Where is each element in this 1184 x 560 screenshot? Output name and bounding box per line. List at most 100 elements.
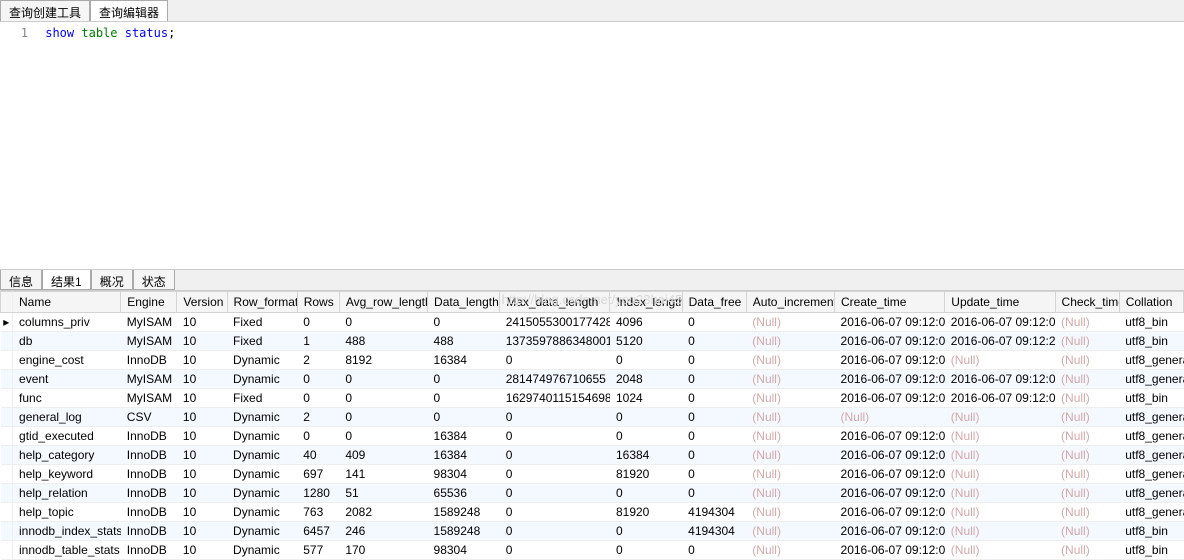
cell-row-format[interactable]: Dynamic	[227, 427, 297, 446]
cell-collation[interactable]: utf8_genera	[1119, 446, 1183, 465]
col-update-time[interactable]: Update_time	[945, 292, 1055, 313]
cell-engine[interactable]: MyISAM	[121, 313, 177, 332]
cell-data-length[interactable]: 16384	[428, 446, 500, 465]
cell-name[interactable]: event	[13, 370, 121, 389]
tab-result1[interactable]: 结果1	[42, 270, 91, 290]
cell-index-length[interactable]: 0	[610, 522, 682, 541]
cell-data-length[interactable]: 0	[428, 370, 500, 389]
cell-check-time[interactable]: (Null)	[1055, 332, 1119, 351]
cell-row-format[interactable]: Dynamic	[227, 370, 297, 389]
cell-data-free[interactable]: 4194304	[682, 503, 746, 522]
cell-index-length[interactable]: 81920	[610, 465, 682, 484]
cell-update-time[interactable]: 2016-06-07 09:12:03	[945, 389, 1055, 408]
cell-collation[interactable]: utf8_bin	[1119, 522, 1183, 541]
cell-data-length[interactable]: 98304	[428, 541, 500, 560]
cell-row-format[interactable]: Dynamic	[227, 465, 297, 484]
table-row[interactable]: innodb_table_statsInnoDB10Dynamic5771709…	[1, 541, 1184, 560]
cell-update-time[interactable]: 2016-06-07 09:12:20	[945, 332, 1055, 351]
cell-index-length[interactable]: 0	[610, 427, 682, 446]
tab-query-builder[interactable]: 查询创建工具	[0, 0, 90, 21]
cell-collation[interactable]: utf8_bin	[1119, 541, 1183, 560]
tab-info[interactable]: 信息	[0, 270, 42, 290]
cell-engine[interactable]: InnoDB	[121, 351, 177, 370]
col-max-data-length[interactable]: Max_data_length	[500, 292, 610, 313]
col-rows[interactable]: Rows	[297, 292, 339, 313]
cell-name[interactable]: help_keyword	[13, 465, 121, 484]
cell-avg-row-length[interactable]: 2082	[339, 503, 427, 522]
cell-version[interactable]: 10	[177, 313, 227, 332]
cell-version[interactable]: 10	[177, 541, 227, 560]
cell-create-time[interactable]: 2016-06-07 09:12:07	[835, 541, 945, 560]
cell-data-free[interactable]: 0	[682, 427, 746, 446]
cell-row-format[interactable]: Dynamic	[227, 351, 297, 370]
cell-row-format[interactable]: Fixed	[227, 332, 297, 351]
cell-row-format[interactable]: Dynamic	[227, 541, 297, 560]
cell-avg-row-length[interactable]: 488	[339, 332, 427, 351]
table-row[interactable]: dbMyISAM10Fixed1488488137359788634800127…	[1, 332, 1184, 351]
cell-index-length[interactable]: 5120	[610, 332, 682, 351]
cell-name[interactable]: func	[13, 389, 121, 408]
table-row[interactable]: ▸columns_privMyISAM10Fixed00024150553001…	[1, 313, 1184, 332]
cell-avg-row-length[interactable]: 409	[339, 446, 427, 465]
cell-data-length[interactable]: 0	[428, 389, 500, 408]
cell-data-free[interactable]: 0	[682, 541, 746, 560]
table-row[interactable]: general_logCSV10Dynamic200000(Null)(Null…	[1, 408, 1184, 427]
cell-check-time[interactable]: (Null)	[1055, 465, 1119, 484]
col-name[interactable]: Name	[13, 292, 121, 313]
cell-create-time[interactable]: 2016-06-07 09:12:02	[835, 332, 945, 351]
cell-create-time[interactable]: 2016-06-07 09:12:07	[835, 370, 945, 389]
cell-engine[interactable]: InnoDB	[121, 427, 177, 446]
table-row[interactable]: help_topicInnoDB10Dynamic763208215892480…	[1, 503, 1184, 522]
cell-check-time[interactable]: (Null)	[1055, 522, 1119, 541]
cell-rows[interactable]: 2	[297, 351, 339, 370]
cell-auto-increment[interactable]: (Null)	[746, 522, 834, 541]
cell-rows[interactable]: 40	[297, 446, 339, 465]
cell-rows[interactable]: 1	[297, 332, 339, 351]
cell-create-time[interactable]: 2016-06-07 09:12:04	[835, 313, 945, 332]
cell-engine[interactable]: MyISAM	[121, 332, 177, 351]
cell-rows[interactable]: 1280	[297, 484, 339, 503]
cell-max-data-length[interactable]: 0	[500, 465, 610, 484]
cell-data-free[interactable]: 4194304	[682, 522, 746, 541]
cell-index-length[interactable]: 1024	[610, 389, 682, 408]
table-row[interactable]: help_keywordInnoDB10Dynamic6971419830408…	[1, 465, 1184, 484]
cell-name[interactable]: engine_cost	[13, 351, 121, 370]
cell-data-free[interactable]: 0	[682, 313, 746, 332]
cell-max-data-length[interactable]: 0	[500, 408, 610, 427]
cell-engine[interactable]: InnoDB	[121, 503, 177, 522]
cell-version[interactable]: 10	[177, 408, 227, 427]
cell-max-data-length[interactable]: 0	[500, 351, 610, 370]
cell-rows[interactable]: 763	[297, 503, 339, 522]
cell-auto-increment[interactable]: (Null)	[746, 370, 834, 389]
cell-auto-increment[interactable]: (Null)	[746, 503, 834, 522]
cell-row-format[interactable]: Dynamic	[227, 522, 297, 541]
cell-avg-row-length[interactable]: 0	[339, 408, 427, 427]
cell-data-free[interactable]: 0	[682, 389, 746, 408]
sql-editor[interactable]: 1 show table status; http://blog.csdn.ne…	[0, 22, 1184, 269]
cell-row-format[interactable]: Dynamic	[227, 446, 297, 465]
cell-check-time[interactable]: (Null)	[1055, 446, 1119, 465]
cell-avg-row-length[interactable]: 0	[339, 313, 427, 332]
cell-create-time[interactable]: 2016-06-07 09:12:04	[835, 446, 945, 465]
cell-check-time[interactable]: (Null)	[1055, 370, 1119, 389]
results-grid[interactable]: Name Engine Version Row_format Rows Avg_…	[0, 291, 1184, 560]
cell-check-time[interactable]: (Null)	[1055, 503, 1119, 522]
cell-max-data-length[interactable]: 0	[500, 522, 610, 541]
cell-update-time[interactable]: 2016-06-07 09:12:07	[945, 370, 1055, 389]
cell-avg-row-length[interactable]: 0	[339, 370, 427, 389]
cell-update-time[interactable]: (Null)	[945, 351, 1055, 370]
cell-engine[interactable]: InnoDB	[121, 446, 177, 465]
col-avg-row-length[interactable]: Avg_row_length	[339, 292, 427, 313]
col-engine[interactable]: Engine	[121, 292, 177, 313]
cell-data-free[interactable]: 0	[682, 370, 746, 389]
cell-avg-row-length[interactable]: 0	[339, 427, 427, 446]
table-row[interactable]: eventMyISAM10Dynamic00028147497671065520…	[1, 370, 1184, 389]
cell-max-data-length[interactable]: 0	[500, 484, 610, 503]
cell-version[interactable]: 10	[177, 522, 227, 541]
cell-name[interactable]: innodb_index_stats	[13, 522, 121, 541]
cell-name[interactable]: columns_priv	[13, 313, 121, 332]
cell-avg-row-length[interactable]: 246	[339, 522, 427, 541]
cell-rows[interactable]: 2	[297, 408, 339, 427]
cell-data-length[interactable]: 1589248	[428, 522, 500, 541]
cell-version[interactable]: 10	[177, 332, 227, 351]
